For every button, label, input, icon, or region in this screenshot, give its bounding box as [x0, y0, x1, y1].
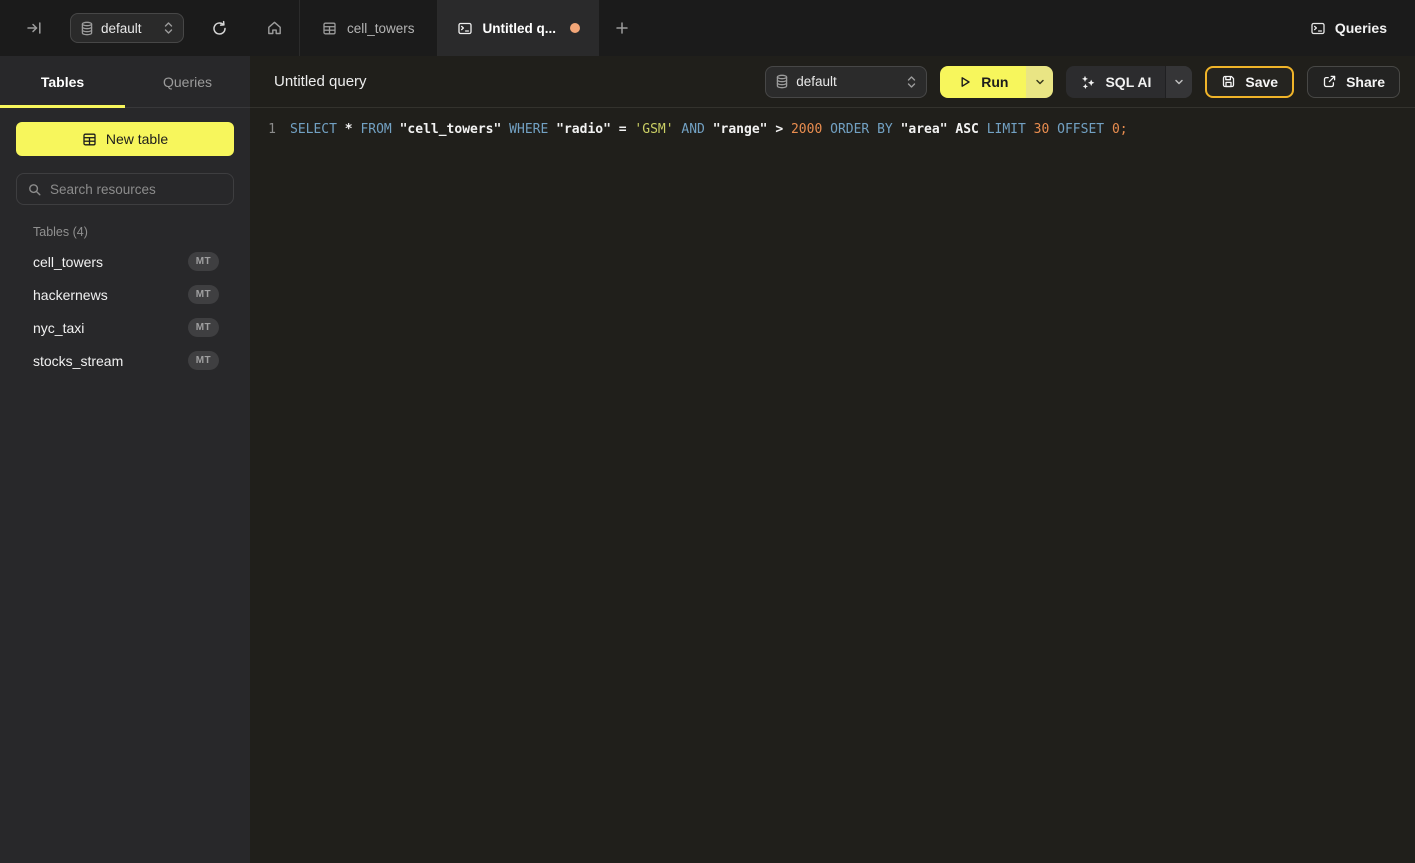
chevron-updown-icon: [163, 21, 174, 35]
table-name: hackernews: [33, 287, 108, 303]
search-box: [16, 173, 234, 205]
save-label: Save: [1245, 74, 1278, 90]
sql-ai-options-button[interactable]: [1165, 66, 1192, 98]
sql-ai-button[interactable]: SQL AI: [1066, 66, 1165, 98]
run-button[interactable]: Run: [940, 66, 1026, 98]
sql-code[interactable]: SELECT * FROM "cell_towers" WHERE "radio…: [290, 120, 1128, 139]
table-engine-badge: MT: [188, 252, 219, 271]
sql-ai-label: SQL AI: [1105, 74, 1151, 90]
table-name: cell_towers: [33, 254, 103, 270]
query-title: Untitled query: [274, 73, 367, 90]
plus-icon: [615, 21, 629, 35]
table-list-item[interactable]: cell_towers MT: [0, 245, 250, 278]
topbar-right: Queries: [1310, 0, 1415, 56]
new-table-label: New table: [106, 131, 168, 147]
queries-button-label: Queries: [1335, 20, 1387, 36]
table-icon: [82, 132, 97, 147]
table-engine-badge: MT: [188, 285, 219, 304]
home-icon: [266, 20, 283, 36]
sidebar-tab-queries[interactable]: Queries: [125, 56, 250, 107]
sidebar-tab-tables-label: Tables: [41, 74, 84, 90]
sidebar: Tables Queries New table Tabl: [0, 56, 250, 863]
save-button[interactable]: Save: [1205, 66, 1294, 98]
search-icon: [27, 182, 42, 197]
run-label: Run: [981, 74, 1008, 90]
sidebar-tab-tables[interactable]: Tables: [0, 56, 125, 107]
query-database-selector[interactable]: default: [765, 66, 927, 98]
topbar-database-value: default: [101, 21, 142, 36]
query-toolbar: Untitled query default: [250, 56, 1415, 108]
topbar-left: default: [0, 0, 250, 56]
query-console-icon: [457, 21, 473, 36]
play-icon: [958, 75, 972, 89]
tab-untitled-query-label: Untitled q...: [483, 21, 557, 36]
toolbar-actions: default Run: [765, 66, 1400, 98]
chevron-updown-icon: [906, 75, 917, 89]
tab-bar: cell_towers Untitled q...: [250, 0, 645, 56]
sql-editor[interactable]: 1 SELECT * FROM "cell_towers" WHERE "rad…: [250, 108, 1415, 863]
query-database-value: default: [796, 74, 837, 89]
run-button-group: Run: [940, 66, 1053, 98]
share-button[interactable]: Share: [1307, 66, 1400, 98]
tab-cell-towers[interactable]: cell_towers: [299, 0, 437, 56]
topbar: default: [0, 0, 1415, 56]
tab-untitled-query[interactable]: Untitled q...: [437, 0, 600, 56]
table-list-item[interactable]: nyc_taxi MT: [0, 311, 250, 344]
sparkles-icon: [1080, 74, 1096, 90]
new-tab-button[interactable]: [599, 0, 645, 56]
query-console-icon: [1310, 21, 1326, 36]
table-list: cell_towersMThackernewsMTnyc_taxiMTstock…: [0, 245, 250, 377]
table-icon: [322, 21, 337, 36]
table-engine-badge: MT: [188, 318, 219, 337]
table-name: nyc_taxi: [33, 320, 84, 336]
table-engine-badge: MT: [188, 351, 219, 370]
database-icon: [80, 21, 94, 36]
topbar-database-selector[interactable]: default: [70, 13, 184, 43]
table-list-item[interactable]: hackernews MT: [0, 278, 250, 311]
save-icon: [1221, 74, 1236, 89]
chevron-down-icon: [1174, 77, 1184, 87]
refresh-icon[interactable]: [211, 20, 228, 37]
share-label: Share: [1346, 74, 1385, 90]
new-table-button[interactable]: New table: [16, 122, 234, 156]
chevron-down-icon: [1035, 77, 1045, 87]
collapse-sidebar-icon[interactable]: [26, 20, 43, 36]
tab-home[interactable]: [250, 0, 299, 56]
search-input[interactable]: [50, 182, 227, 197]
sidebar-tab-queries-label: Queries: [163, 74, 212, 90]
tab-cell-towers-label: cell_towers: [347, 21, 415, 36]
sql-ai-button-group: SQL AI: [1066, 66, 1192, 98]
sidebar-tabs: Tables Queries: [0, 56, 250, 108]
run-options-button[interactable]: [1026, 66, 1053, 98]
code-line: 1 SELECT * FROM "cell_towers" WHERE "rad…: [250, 120, 1415, 139]
tables-section-label: Tables (4): [33, 225, 250, 239]
line-number: 1: [260, 120, 284, 139]
table-list-item[interactable]: stocks_stream MT: [0, 344, 250, 377]
unsaved-changes-dot: [570, 23, 580, 33]
main-panel: Untitled query default: [250, 56, 1415, 863]
table-name: stocks_stream: [33, 353, 123, 369]
share-external-icon: [1322, 74, 1337, 89]
database-icon: [775, 74, 789, 89]
queries-button[interactable]: Queries: [1310, 20, 1387, 36]
